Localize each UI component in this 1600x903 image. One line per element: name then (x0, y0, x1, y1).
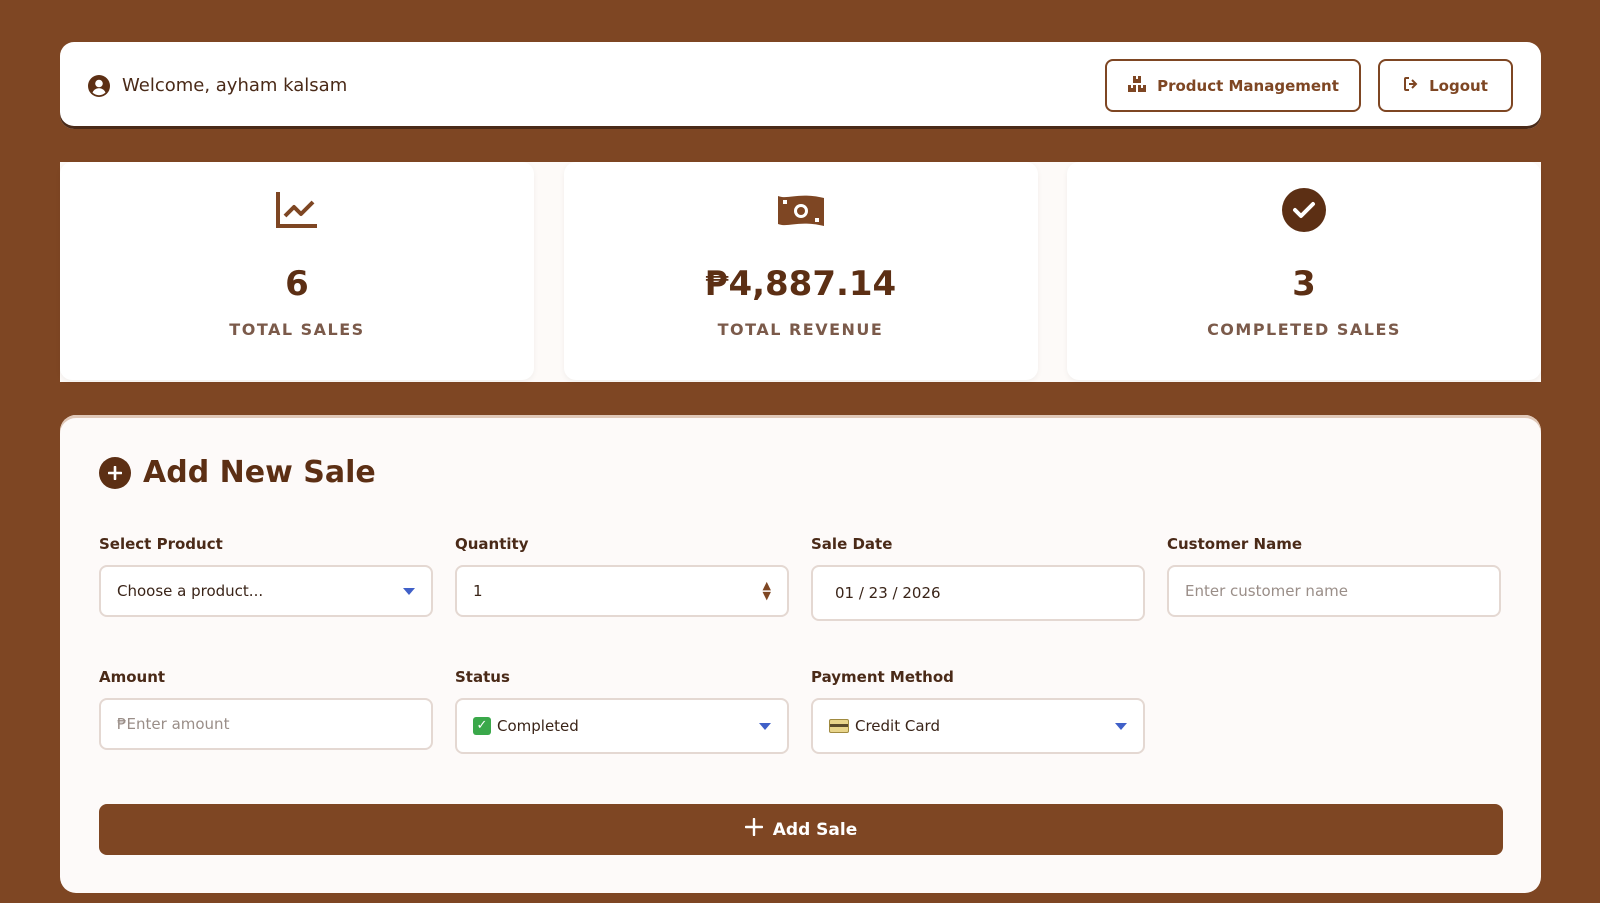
status-field: Status ✓ Completed (455, 668, 789, 754)
product-management-button[interactable]: Product Management (1105, 59, 1361, 112)
payment-select[interactable]: Credit Card (811, 698, 1145, 754)
status-label: Status (455, 668, 510, 686)
welcome-area: Welcome, ayham kalsam (88, 74, 348, 97)
stat-label: TOTAL SALES (229, 320, 365, 339)
add-sale-form: Add New Sale Select Product Choose a pro… (60, 415, 1541, 893)
stat-label: TOTAL REVENUE (717, 320, 884, 339)
status-select[interactable]: ✓ Completed (455, 698, 789, 754)
chevron-down-icon (759, 722, 771, 730)
stat-label: COMPLETED SALES (1207, 320, 1401, 339)
quantity-value: 1 (473, 582, 483, 600)
welcome-text: Welcome, ayham kalsam (122, 75, 348, 96)
customer-label: Customer Name (1167, 535, 1302, 553)
logout-button[interactable]: Logout (1378, 59, 1513, 112)
sale-date-label: Sale Date (811, 535, 893, 553)
stat-card-total-revenue: ₱4,887.14 TOTAL REVENUE (563, 162, 1038, 380)
stat-card-total-sales: 6 TOTAL SALES (60, 162, 534, 380)
amount-field: Amount (99, 668, 433, 750)
amount-label: Amount (99, 668, 166, 686)
boxes-icon (1127, 75, 1147, 97)
chevron-down-icon (1115, 722, 1127, 730)
spinner-arrows-icon[interactable]: ▲ ▼ (763, 580, 771, 601)
product-field: Select Product Choose a product... (99, 535, 433, 617)
form-heading: Add New Sale (143, 455, 376, 490)
payment-select-display: Credit Card (829, 717, 940, 735)
stat-value: 6 (285, 264, 309, 304)
credit-card-icon (829, 719, 849, 733)
sale-date-value: 01 / 23 / 2026 (835, 584, 941, 602)
stats-row: 6 TOTAL SALES ₱4,887.14 TOTAL REVENUE 3 … (60, 162, 1541, 382)
quantity-stepper[interactable]: 1 ▲ ▼ (455, 565, 789, 617)
product-label: Select Product (99, 535, 223, 553)
money-bill-icon (776, 188, 826, 232)
sales-dashboard: Welcome, ayham kalsam Product Management… (0, 0, 1600, 903)
plus-circle-icon (99, 456, 131, 489)
sign-out-icon (1403, 76, 1419, 96)
quantity-label: Quantity (455, 535, 529, 553)
status-select-display: ✓ Completed (473, 717, 579, 735)
payment-value: Credit Card (855, 717, 940, 735)
user-circle-icon (88, 74, 110, 97)
product-select-value: Choose a product... (117, 582, 264, 600)
sale-date-input[interactable]: 01 / 23 / 2026 (811, 565, 1145, 621)
stat-value: 3 (1292, 264, 1316, 304)
check-box-icon: ✓ (473, 717, 491, 735)
header-bar: Welcome, ayham kalsam Product Management… (60, 42, 1541, 129)
add-sale-button[interactable]: Add Sale (99, 804, 1503, 855)
chart-line-icon (275, 188, 319, 232)
customer-name-input[interactable] (1185, 582, 1483, 600)
plus-icon (744, 817, 763, 841)
form-title: Add New Sale (99, 455, 376, 490)
product-management-label: Product Management (1157, 76, 1339, 95)
logout-label: Logout (1429, 76, 1488, 95)
customer-field: Customer Name (1167, 535, 1501, 617)
sale-date-field: Sale Date 01 / 23 / 2026 (811, 535, 1145, 621)
payment-label: Payment Method (811, 668, 954, 686)
add-sale-label: Add Sale (772, 819, 858, 840)
header-actions: Product Management Logout (1105, 59, 1513, 112)
product-select[interactable]: Choose a product... (99, 565, 433, 617)
stat-value: ₱4,887.14 (704, 264, 897, 304)
check-circle-icon (1282, 188, 1326, 232)
customer-input-box (1167, 565, 1501, 617)
chevron-down-icon (403, 587, 415, 595)
quantity-field: Quantity 1 ▲ ▼ (455, 535, 789, 617)
stat-card-completed-sales: 3 COMPLETED SALES (1067, 162, 1541, 380)
amount-input-box (99, 698, 433, 750)
status-value: Completed (497, 717, 579, 735)
amount-input[interactable] (117, 715, 415, 733)
payment-field: Payment Method Credit Card (811, 668, 1145, 754)
